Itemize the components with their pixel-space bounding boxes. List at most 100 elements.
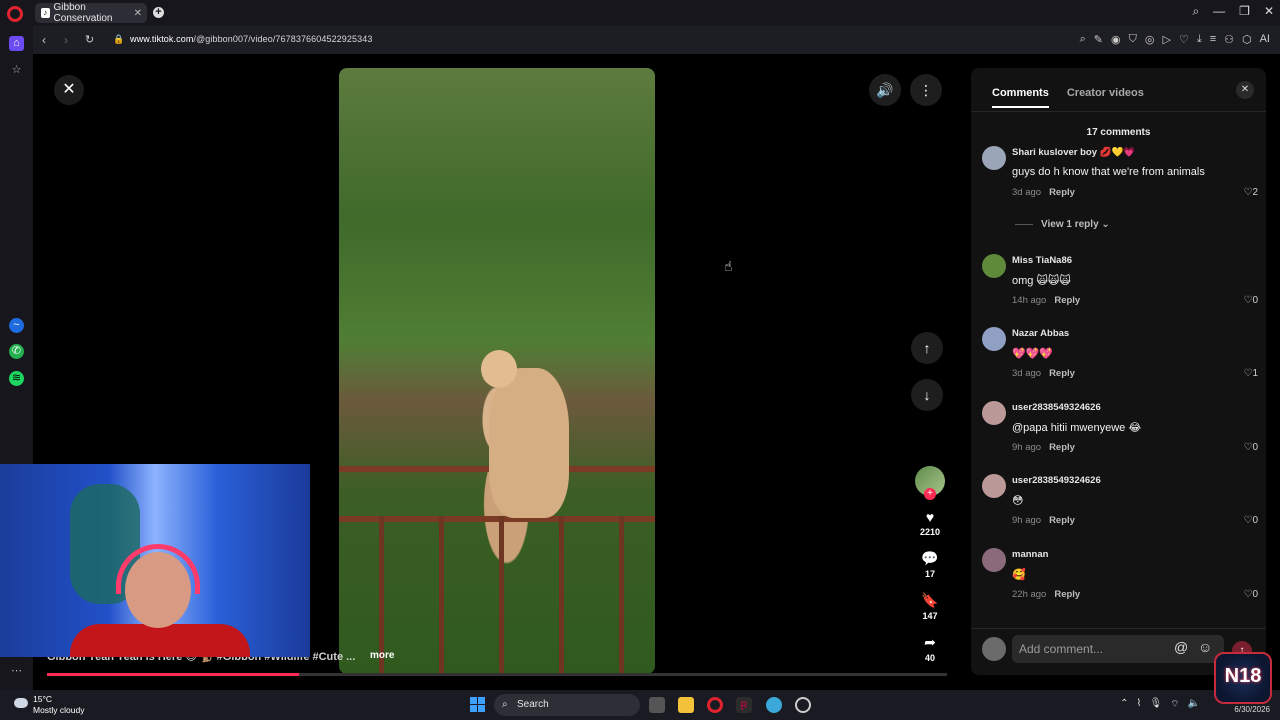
wifi-icon[interactable]: ⌔ — [1170, 698, 1179, 711]
opera-taskbar-icon[interactable] — [707, 697, 723, 713]
comment-username[interactable]: mannan — [1012, 549, 1048, 560]
tab-close-icon[interactable]: ✕ — [134, 8, 142, 19]
comment-meta: 9h ago Reply — [1012, 515, 1075, 526]
telegram-icon[interactable] — [766, 697, 782, 713]
close-panel-icon[interactable]: ✕ — [1236, 81, 1254, 99]
box-icon[interactable]: ⬡ — [1242, 33, 1252, 46]
share-icon[interactable]: ➦ — [913, 634, 947, 651]
commenter-avatar[interactable] — [982, 548, 1006, 572]
volume-icon[interactable]: 🔊 — [869, 74, 901, 106]
comment-like-count: 0 — [1252, 295, 1258, 306]
comment-meta: 3d ago Reply — [1012, 368, 1075, 379]
play-icon[interactable]: ▷ — [1162, 33, 1170, 46]
comment-like[interactable]: ♡0 — [1243, 589, 1258, 600]
reply-button[interactable]: Reply — [1054, 589, 1080, 600]
close-video-button[interactable]: ✕ — [54, 75, 84, 105]
comment-username[interactable]: Nazar Abbas — [1012, 328, 1069, 339]
comment-like[interactable]: ♡2 — [1243, 187, 1258, 198]
file-explorer-icon[interactable] — [678, 697, 694, 713]
my-avatar — [982, 637, 1006, 661]
url-field[interactable]: www.tiktok.com/@gibbon007/video/76783766… — [130, 34, 372, 44]
mention-icon[interactable]: @ — [1174, 639, 1188, 655]
comment-time: 9h ago — [1012, 515, 1042, 526]
comment-username[interactable]: Shari kuslover boy 💋💛💗 — [1012, 147, 1135, 158]
more-options-icon[interactable]: ⋮ — [910, 74, 942, 106]
opera-logo-icon[interactable] — [7, 6, 23, 22]
commenter-avatar[interactable] — [982, 327, 1006, 351]
next-video-button[interactable]: ↓ — [911, 379, 943, 411]
like-heart-icon[interactable]: ♥ — [913, 509, 947, 525]
comment-icon[interactable]: 💬 — [913, 550, 947, 567]
mic-icon[interactable]: 🎙 — [1149, 698, 1162, 711]
comment-username[interactable]: user2838549324626 — [1012, 402, 1101, 413]
more-link[interactable]: more — [370, 650, 394, 661]
back-icon[interactable]: ‹ — [42, 33, 46, 47]
comment-like[interactable]: ♡1 — [1243, 368, 1258, 379]
view-replies-button[interactable]: View 1 reply ⌄ — [1015, 219, 1110, 230]
star-icon[interactable]: ☆ — [9, 63, 24, 78]
previous-video-button[interactable]: ↑ — [911, 332, 943, 364]
comment-username[interactable]: Miss TiaNa86 — [1012, 255, 1072, 266]
video-progress-bar[interactable] — [47, 673, 947, 676]
comment-like[interactable]: ♡0 — [1243, 295, 1258, 306]
taskbar-search[interactable]: ⌕ Search — [494, 694, 640, 716]
chevron-up-icon[interactable]: ⌃ — [1120, 698, 1128, 711]
restore-icon[interactable]: ❐ — [1239, 4, 1250, 19]
emoji-icon[interactable]: ☺ — [1198, 639, 1212, 655]
speaker-icon[interactable]: 🔈 — [1188, 698, 1200, 711]
network-icon[interactable]: ⌇ — [1137, 698, 1142, 711]
home-icon[interactable]: ⌂ — [9, 36, 24, 51]
more-sidebar-icon[interactable]: ⋯ — [9, 664, 24, 679]
commenter-avatar[interactable] — [982, 401, 1006, 425]
settings-gear-icon[interactable] — [795, 697, 811, 713]
creator-avatar[interactable]: + — [915, 466, 945, 500]
download-icon[interactable]: ⤓ — [1197, 33, 1202, 46]
commenter-avatar[interactable] — [982, 474, 1006, 498]
commenter-avatar[interactable] — [982, 254, 1006, 278]
shield-icon[interactable]: ⛉ — [1129, 33, 1137, 46]
comment-username[interactable]: user2838549324626 — [1012, 475, 1101, 486]
tab-comments[interactable]: Comments — [992, 87, 1049, 108]
commenter-avatar[interactable] — [982, 146, 1006, 170]
minimize-icon[interactable]: — — [1213, 4, 1225, 19]
extensions-toolbar: ⌕ ✎ ◉ ⛉ ◎ ▷ ♡ ⤓ ≡ ⚇ ⬡ AI — [1080, 33, 1270, 46]
tab-creator-videos[interactable]: Creator videos — [1067, 87, 1144, 108]
comment-text: 💖💖💖 — [1012, 348, 1054, 360]
video-player[interactable] — [339, 68, 655, 674]
new-tab-button[interactable]: + — [153, 7, 164, 18]
comment-time: 9h ago — [1012, 442, 1042, 453]
ai-button[interactable]: AI — [1260, 33, 1270, 46]
browser-tab[interactable]: ♪ Gibbon Conservation ✕ — [35, 2, 147, 24]
messenger-icon[interactable]: ~ — [9, 318, 24, 333]
task-view-icon[interactable] — [649, 697, 665, 713]
vpn-icon[interactable]: ◎ — [1145, 33, 1155, 46]
reply-button[interactable]: Reply — [1049, 442, 1075, 453]
weather-desc: Mostly cloudy — [33, 705, 85, 715]
search-tabs-icon[interactable]: ⌕ — [1192, 4, 1199, 19]
spotify-icon[interactable]: ≋ — [9, 371, 24, 386]
reload-icon[interactable]: ↻ — [85, 33, 94, 46]
reply-button[interactable]: Reply — [1054, 295, 1080, 306]
comment-like[interactable]: ♡0 — [1243, 515, 1258, 526]
comment-like[interactable]: ♡0 — [1243, 442, 1258, 453]
camera-icon[interactable]: ◉ — [1111, 33, 1121, 46]
add-comment-input[interactable] — [1012, 635, 1224, 663]
edit-icon[interactable]: ✎ — [1094, 33, 1103, 46]
comment-like-count: 0 — [1252, 442, 1258, 453]
follow-plus-icon[interactable]: + — [924, 488, 936, 500]
forward-icon[interactable]: › — [64, 33, 68, 47]
reply-button[interactable]: Reply — [1049, 515, 1075, 526]
comment-like-count: 0 — [1252, 515, 1258, 526]
reply-button[interactable]: Reply — [1049, 368, 1075, 379]
view-replies-label: View 1 reply — [1041, 219, 1099, 230]
windows-start-icon[interactable] — [470, 697, 485, 712]
profile-icon[interactable]: ⚇ — [1224, 33, 1234, 46]
reply-button[interactable]: Reply — [1049, 187, 1075, 198]
menu-icon[interactable]: ≡ — [1210, 33, 1216, 46]
zoom-icon[interactable]: ⌕ — [1080, 33, 1086, 46]
whatsapp-icon[interactable]: ✆ — [9, 344, 24, 359]
resolve-icon[interactable]: Ɽ — [736, 697, 752, 713]
heart-icon[interactable]: ♡ — [1179, 33, 1189, 46]
bookmark-icon[interactable]: 🔖 — [913, 592, 947, 609]
close-window-icon[interactable]: ✕ — [1264, 4, 1274, 19]
